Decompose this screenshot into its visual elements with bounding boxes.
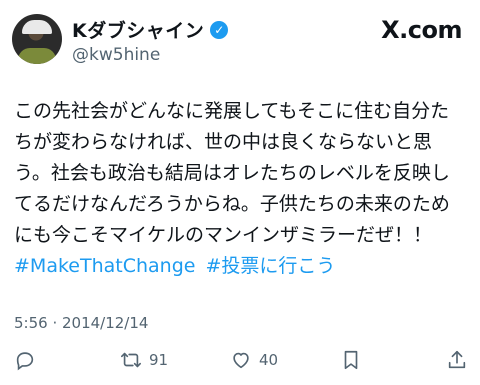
reply-button[interactable] xyxy=(14,349,36,371)
tweet-timestamp[interactable]: 5:56 · 2014/12/14 xyxy=(14,314,148,332)
bookmark-button[interactable] xyxy=(340,349,362,371)
author-handle[interactable]: @kw5hine xyxy=(72,45,160,65)
avatar-cap xyxy=(22,20,52,34)
retweet-icon xyxy=(121,352,141,368)
verified-badge-icon: ✓ xyxy=(210,20,229,39)
author-display-name[interactable]: Kダブシャイン xyxy=(72,16,204,43)
hashtag-link[interactable]: #投票に行こう xyxy=(206,255,336,277)
like-icon xyxy=(233,352,249,369)
action-bar: 91 40 xyxy=(0,345,480,377)
avatar-shirt xyxy=(18,48,56,64)
like-button[interactable]: 40 xyxy=(230,349,278,371)
avatar[interactable] xyxy=(12,14,62,64)
share-icon xyxy=(448,350,466,369)
hashtag-link[interactable]: #MakeThatChange xyxy=(14,255,195,277)
like-count: 40 xyxy=(259,351,279,369)
bookmark-icon xyxy=(344,350,358,370)
hashtags: #MakeThatChange #投票に行こう xyxy=(14,251,335,282)
share-button[interactable] xyxy=(446,349,468,371)
author-name-row: Kダブシャイン ✓ xyxy=(72,16,229,43)
retweet-button[interactable]: 91 xyxy=(120,349,168,371)
tweet-text: この先社会がどんなに発展してもそこに住む自分た ちが変わらなければ、世の中は良く… xyxy=(14,100,450,246)
reply-icon xyxy=(16,352,34,371)
retweet-count: 91 xyxy=(149,351,169,369)
brand-logo: X.com xyxy=(381,16,462,44)
